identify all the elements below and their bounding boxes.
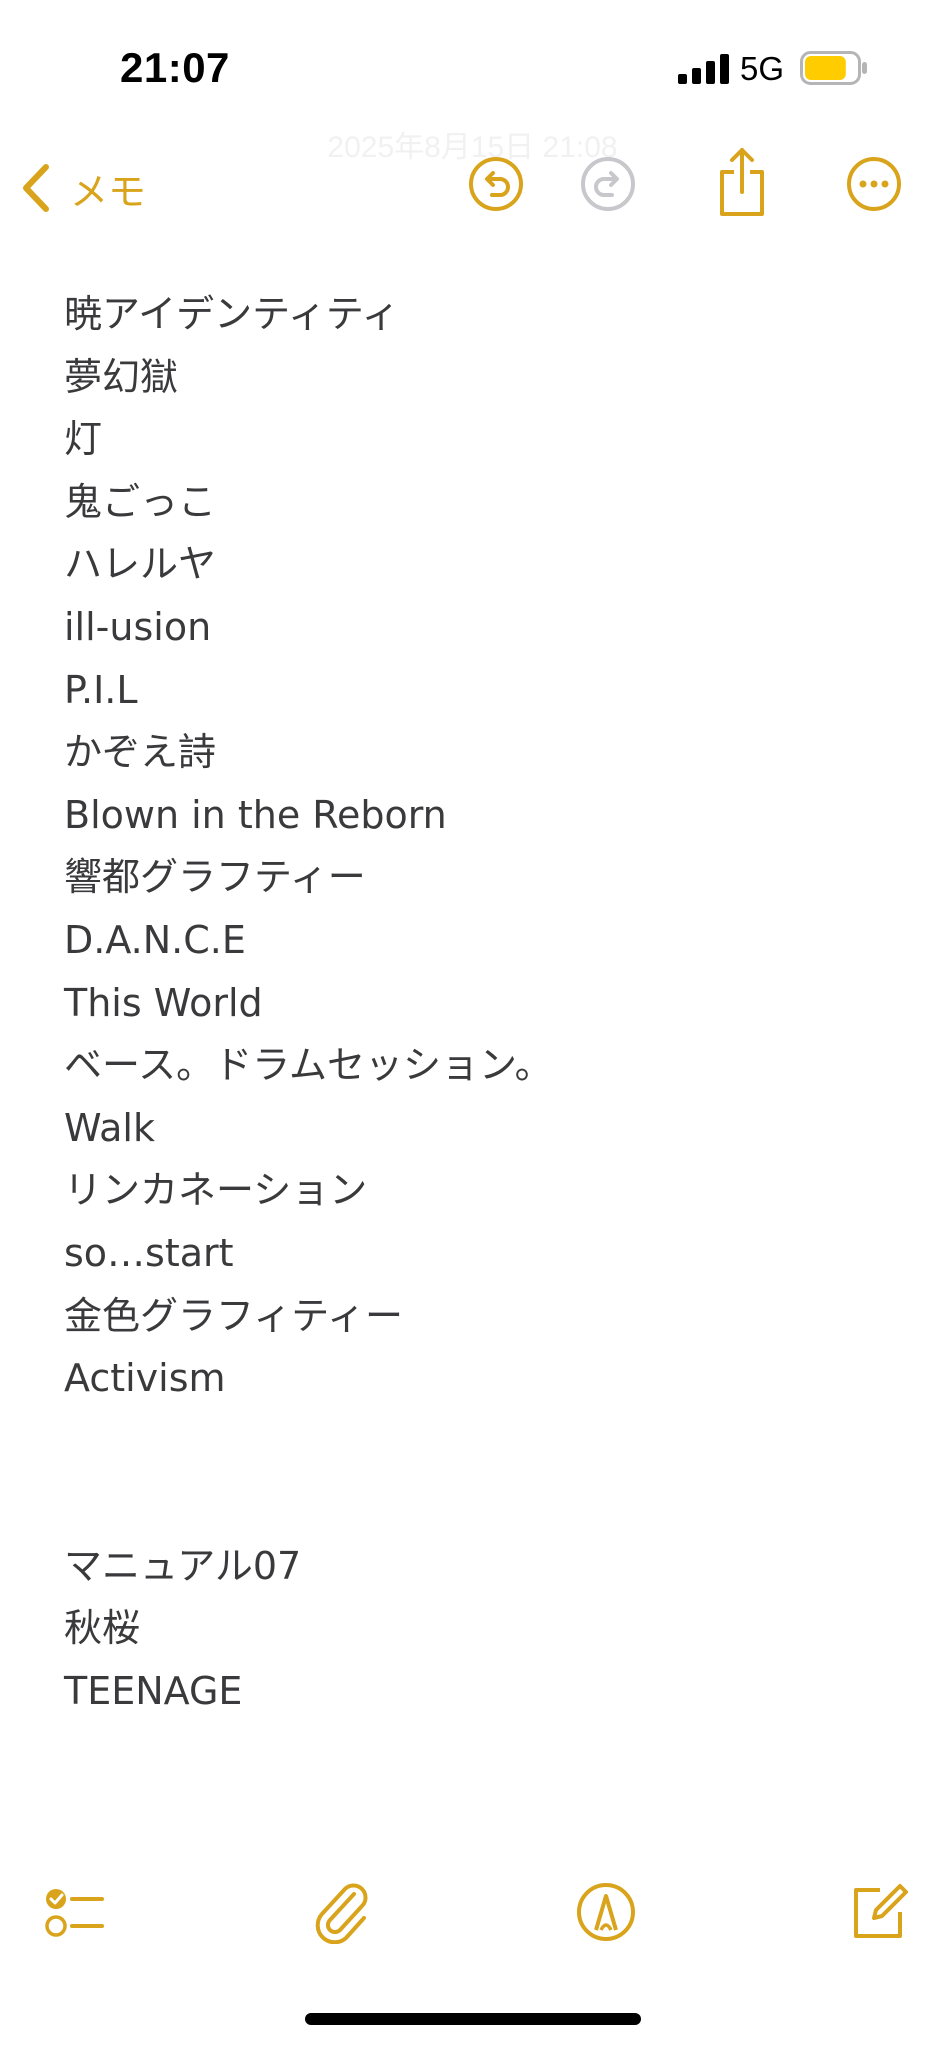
- note-line: TEENAGE: [64, 1669, 243, 1714]
- note-line: Activism: [64, 1356, 226, 1401]
- nav-bar: メモ: [0, 140, 945, 230]
- share-icon[interactable]: [712, 146, 772, 218]
- attachment-icon[interactable]: [310, 1880, 374, 1944]
- note-line: 響都グラフティー: [64, 855, 366, 900]
- note-body[interactable]: 暁アイデンティティ 夢幻獄 灯 鬼ごっこ ハレルヤ ill-usion P.I.…: [64, 283, 884, 1723]
- bottom-toolbar: [0, 1880, 945, 1970]
- note-line: so…start: [64, 1230, 234, 1275]
- markup-icon[interactable]: [574, 1880, 638, 1944]
- note-line: 金色グラフィティー: [64, 1293, 403, 1338]
- compose-icon[interactable]: [846, 1880, 910, 1944]
- note-line: This World: [64, 980, 263, 1025]
- note-line-blank: [64, 1410, 884, 1473]
- note-line: 秋桜: [64, 1606, 141, 1651]
- note-line: マニュアル07: [64, 1543, 302, 1588]
- note-line: D.A.N.C.E: [64, 917, 246, 962]
- status-bar: 21:07 5G: [0, 0, 945, 120]
- note-line: P.I.L: [64, 667, 138, 712]
- checklist-icon[interactable]: [42, 1880, 106, 1944]
- note-line: ハレルヤ: [64, 542, 217, 587]
- network-type: 5G: [740, 50, 785, 87]
- note-line: ベース。ドラムセッション。: [64, 1043, 553, 1088]
- note-line: Walk: [64, 1105, 155, 1150]
- more-icon[interactable]: [844, 154, 904, 214]
- note-line: ill-usion: [64, 604, 212, 649]
- note-line: かぞえ詩: [64, 730, 217, 775]
- note-line: 灯: [64, 417, 103, 462]
- back-label: メモ: [70, 169, 147, 214]
- cellular-signal-icon: [678, 54, 729, 84]
- undo-icon[interactable]: [466, 154, 526, 214]
- back-button[interactable]: メモ: [18, 158, 146, 218]
- battery-icon: [800, 51, 867, 85]
- note-line: 暁アイデンティティ: [64, 292, 400, 336]
- chevron-left-icon: [23, 164, 49, 212]
- note-line: 鬼ごっこ: [64, 479, 217, 524]
- note-line: リンカネーション: [64, 1168, 368, 1213]
- note-line: 夢幻獄: [64, 354, 179, 399]
- status-time: 21:07: [120, 44, 230, 91]
- note-line: Blown in the Reborn: [64, 792, 447, 837]
- redo-icon[interactable]: [578, 154, 638, 214]
- note-line-blank: [64, 1472, 884, 1535]
- home-indicator[interactable]: [305, 2013, 641, 2025]
